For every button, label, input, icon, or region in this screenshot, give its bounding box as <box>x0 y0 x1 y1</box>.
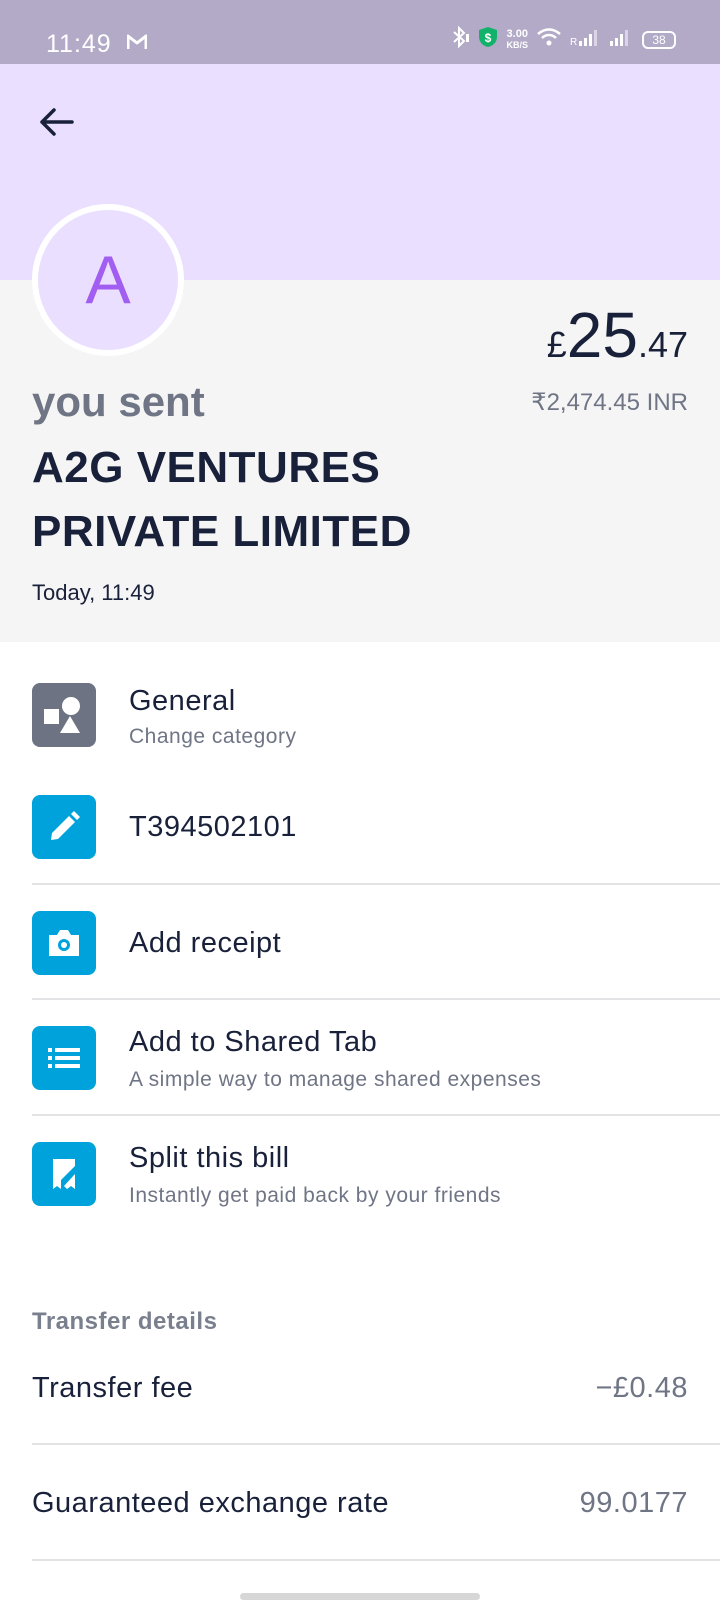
battery-icon: 38 <box>642 30 676 49</box>
amount-gbp: £ 25 .47 <box>547 298 688 372</box>
signal-icon-2 <box>608 27 634 52</box>
shared-tab-row[interactable]: Add to Shared Tab A simple way to manage… <box>0 1026 720 1091</box>
amount-currency: £ <box>546 324 567 365</box>
shield-icon: $ <box>478 26 498 53</box>
split-bill-subtitle: Instantly get paid back by your friends <box>129 1184 502 1207</box>
divider <box>32 998 720 1000</box>
add-receipt-row[interactable]: Add receipt <box>0 911 720 975</box>
shapes-icon <box>32 683 96 747</box>
transfer-details-heading: Transfer details <box>32 1308 218 1335</box>
arrow-left-icon <box>40 108 74 136</box>
avatar-letter: A <box>85 242 131 318</box>
divider <box>32 1559 720 1561</box>
split-bill-row[interactable]: Split this bill Instantly get paid back … <box>0 1142 720 1207</box>
amount-main: 25 <box>566 299 638 371</box>
transfer-fee-value: −£0.48 <box>595 1372 688 1404</box>
speed-value: 3.00 <box>506 27 528 40</box>
list-icon <box>32 1026 96 1090</box>
camera-icon <box>32 911 96 975</box>
reference-title: T394502101 <box>129 811 297 843</box>
add-receipt-title: Add receipt <box>129 927 282 959</box>
transfer-fee-label: Transfer fee <box>32 1372 194 1404</box>
svg-text:$: $ <box>485 31 492 45</box>
wifi-icon <box>536 27 562 52</box>
gmail-icon <box>126 34 148 55</box>
category-row[interactable]: General Change category <box>0 683 720 748</box>
divider <box>32 1114 720 1116</box>
svg-text:R: R <box>570 37 577 47</box>
signal-icon-1: R <box>570 27 600 52</box>
status-icons: $ 3.00 KB/S R 38 <box>450 25 676 53</box>
split-bill-icon <box>32 1142 96 1206</box>
recipient-name: A2G VENTURES PRIVATE LIMITED <box>32 443 412 556</box>
shared-tab-subtitle: A simple way to manage shared expenses <box>129 1068 542 1091</box>
status-time: 11:49 <box>46 30 112 58</box>
avatar: A <box>32 204 184 356</box>
pencil-icon <box>32 795 96 859</box>
reference-row[interactable]: T394502101 <box>0 795 720 859</box>
status-bar: 11:49 $ 3.00 KB/S R 38 <box>0 0 720 64</box>
divider <box>32 883 720 885</box>
you-sent-label: you sent <box>32 378 205 425</box>
network-speed: 3.00 KB/S <box>506 27 528 51</box>
amount-decimal: .47 <box>637 324 688 365</box>
transaction-date: Today, 11:49 <box>32 580 155 605</box>
category-subtitle: Change category <box>129 725 297 748</box>
shared-tab-title: Add to Shared Tab <box>129 1026 378 1058</box>
exchange-rate-value: 99.0177 <box>579 1487 688 1519</box>
bluetooth-icon <box>450 25 470 53</box>
split-bill-title: Split this bill <box>129 1142 290 1174</box>
home-indicator <box>240 1593 480 1600</box>
category-title: General <box>129 685 236 717</box>
speed-unit: KB/S <box>506 39 528 50</box>
divider <box>32 1443 720 1445</box>
amount-inr: ₹2,474.45 INR <box>531 389 688 416</box>
back-button[interactable] <box>30 96 82 148</box>
exchange-rate-label: Guaranteed exchange rate <box>32 1487 390 1519</box>
